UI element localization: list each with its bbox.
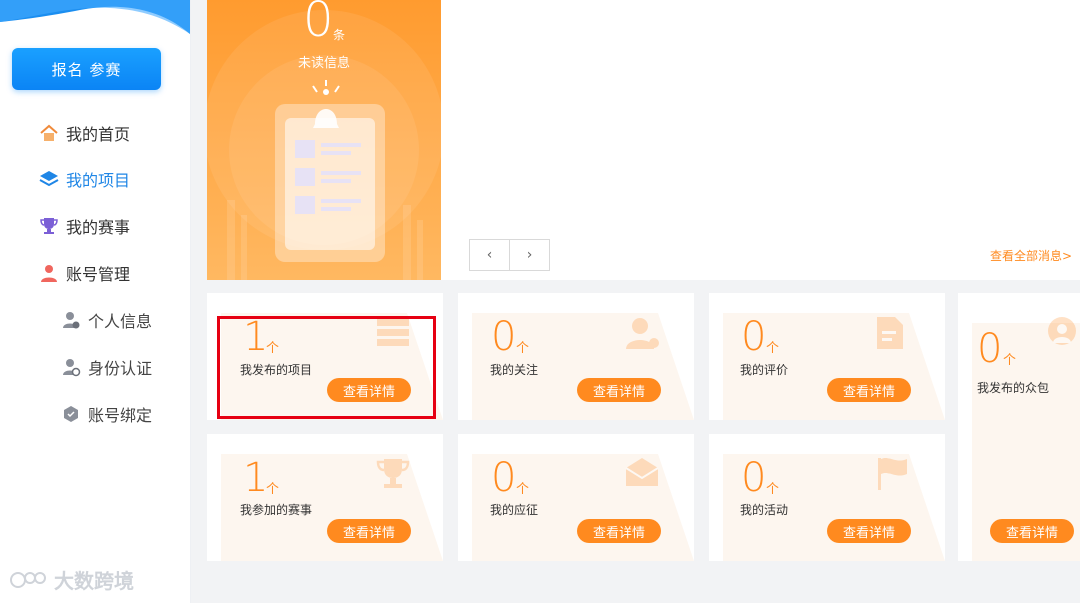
user-star-icon [626,318,659,349]
next-button[interactable]: › [509,240,549,270]
sidebar-subitem-label: 账号绑定 [88,406,153,425]
layers-icon [38,168,60,190]
unread-unit: 条 [333,28,346,42]
flag-icon [878,457,907,490]
stat-unit: 个 [766,482,780,497]
stat-count: 1 [243,455,269,501]
watermark: 大数跨境 [8,565,134,594]
stat-label: 我的评价 [740,363,789,377]
stat-card-joined-competitions: 1 个 我参加的赛事 查看详情 [207,434,443,561]
sidebar-subitem-profile[interactable]: 个人信息 [60,308,152,332]
sidebar-subitem-label: 身份认证 [88,359,153,378]
stat-label: 我参加的赛事 [240,503,313,517]
sidebar-item-label: 账号管理 [66,265,131,284]
stat-unit: 个 [766,341,780,356]
home-icon [38,122,60,144]
sidebar-item-competitions[interactable]: 我的赛事 [38,214,130,238]
stat-card-applications: 0 个 我的应征 查看详情 [458,434,694,561]
view-details-button[interactable]: 查看详情 [577,378,661,402]
stat-card-following: 0 个 我的关注 查看详情 [458,293,694,420]
stat-card-reviews: 0 个 我的评价 查看详情 [709,293,945,420]
view-details-button[interactable]: 查看详情 [990,519,1074,543]
highlight-box [217,316,436,419]
stat-count: 0 [491,314,517,360]
sidebar-item-projects[interactable]: 我的项目 [38,167,130,191]
stat-card-crowdsourcing: 0 个 我发布的众包 查看详情 [958,293,1080,561]
document-edit-icon [877,317,903,349]
stat-count: 0 [491,455,517,501]
sidebar-subitem-verification[interactable]: 身份认证 [60,355,152,379]
view-details-button[interactable]: 查看详情 [327,519,411,543]
stat-count: 0 [741,455,767,501]
unread-label: 未读信息 [297,56,350,71]
watermark-logo-icon [10,571,46,588]
message-area [441,0,1080,280]
user-icon [38,262,60,284]
sidebar-subitem-binding[interactable]: 账号绑定 [60,402,152,426]
signup-button[interactable]: 报名 参赛 [12,48,161,90]
view-all-messages-link[interactable]: 查看全部消息> [990,247,1072,264]
mail-icon [625,458,659,486]
stat-label: 我的应征 [490,503,539,517]
stat-count: 0 [977,326,1003,372]
stat-unit: 个 [266,482,280,497]
unread-count: 0 [303,0,334,48]
unread-messages-card: 0 条 未读信息 [207,0,441,280]
view-details-button[interactable]: 查看详情 [577,519,661,543]
bind-icon [60,403,82,425]
message-pager: ‹ › [469,239,550,271]
view-details-button[interactable]: 查看详情 [827,519,911,543]
watermark-text: 大数跨境 [54,569,134,593]
stat-label: 我的关注 [490,363,539,377]
sidebar: 报名 参赛 我的首页 我的项目 我的赛事 账号管理 个人信息 身份认证 账号绑定… [0,0,190,603]
stat-label: 我发布的众包 [977,381,1050,395]
trophy-icon [376,459,410,488]
id-verify-icon [60,356,82,378]
sidebar-subitem-label: 个人信息 [88,312,153,331]
stat-unit: 个 [516,341,530,356]
trophy-icon [38,215,60,237]
person-info-icon [60,309,82,331]
stat-count: 0 [741,314,767,360]
sidebar-item-account[interactable]: 账号管理 [38,261,130,285]
stat-unit: 个 [516,482,530,497]
prev-button[interactable]: ‹ [470,240,509,270]
sidebar-item-home[interactable]: 我的首页 [38,121,130,145]
cloud-user-icon [1048,317,1076,345]
stat-label: 我的活动 [740,503,789,517]
view-details-button[interactable]: 查看详情 [827,378,911,402]
sidebar-item-label: 我的赛事 [66,218,131,237]
sidebar-item-label: 我的项目 [66,171,131,190]
stat-unit: 个 [1003,353,1017,368]
sidebar-item-label: 我的首页 [66,125,131,144]
stat-card-activities: 0 个 我的活动 查看详情 [709,434,945,561]
header-wave-decoration [0,0,190,34]
